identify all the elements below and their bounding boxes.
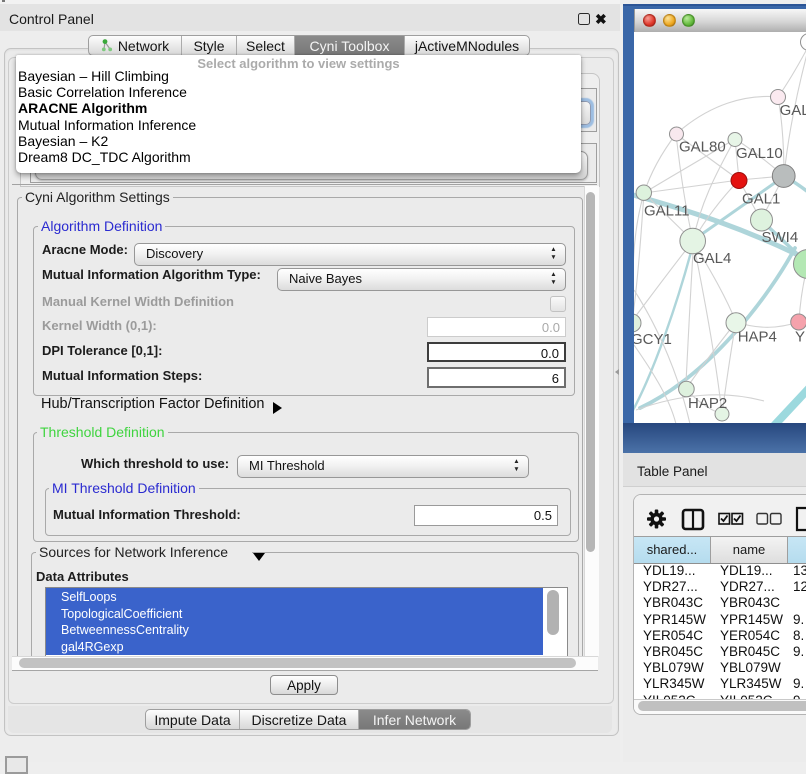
svg-text:SWI4: SWI4 [762, 229, 799, 246]
svg-text:GAL4: GAL4 [693, 250, 731, 267]
svg-text:HAP4: HAP4 [738, 329, 777, 346]
svg-text:GAL: GAL [780, 102, 806, 119]
svg-text:GAL80: GAL80 [679, 139, 726, 156]
svg-text:GAL11: GAL11 [644, 203, 690, 220]
svg-text:Y: Y [795, 329, 805, 346]
svg-text:HAP2: HAP2 [688, 395, 727, 412]
svg-text:GAL10: GAL10 [736, 145, 783, 162]
svg-text:GAL1: GAL1 [742, 191, 780, 208]
svg-text:GCY1: GCY1 [634, 331, 672, 348]
